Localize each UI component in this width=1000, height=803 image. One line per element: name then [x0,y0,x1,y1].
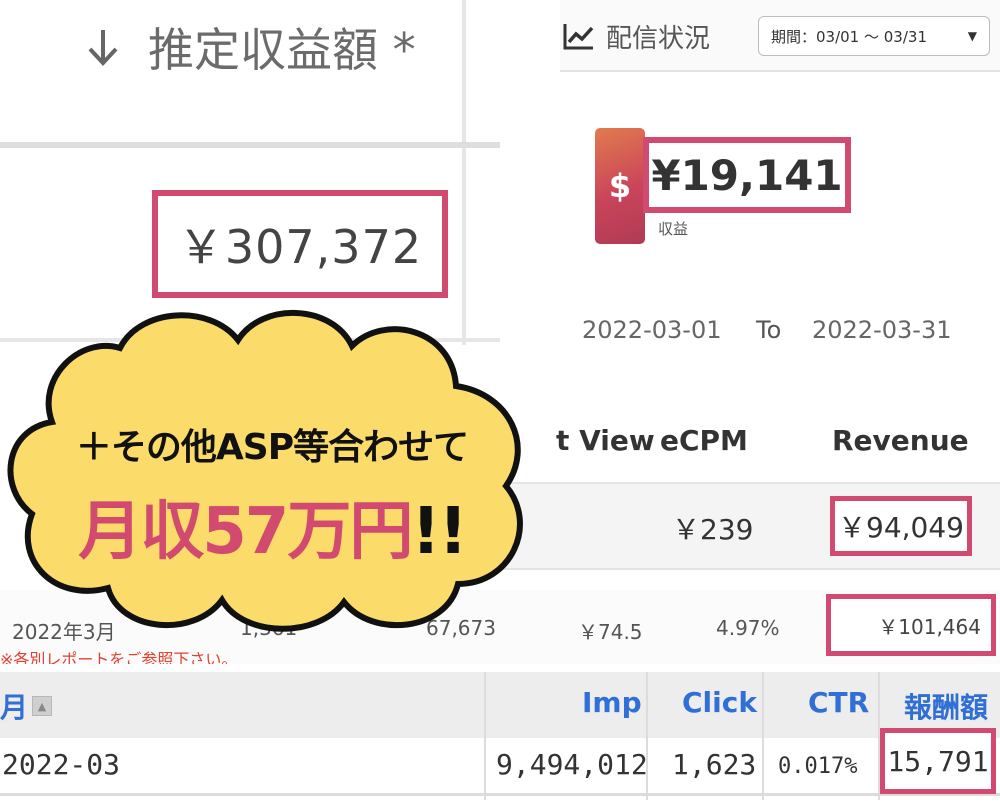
revenue-label: 収益 [658,220,689,238]
report-note: ※各別レポートをご参照下さい。 [0,650,238,664]
column-header-imp[interactable]: Imp [582,686,642,719]
callout-line-2-suffix: !! [411,495,467,569]
column-header-view[interactable]: t View [556,424,655,457]
estimated-earnings-amount: ￥307,372 [152,190,448,298]
asp-value-5: ￥101,464 [826,594,996,656]
callout-cloud: ＋その他ASP等合わせて 月収57万円!! [0,300,540,640]
revenue-value: ￥94,049 [830,496,972,556]
delivery-status-label: 配信状況 [606,23,711,54]
column-header-click[interactable]: Click [682,686,757,719]
asp-value-4: 4.97% [716,616,780,640]
callout-line-2: 月収57万円!! [22,480,522,572]
sort-ascending-icon[interactable]: ▲ [32,696,52,716]
revenue-amount: ¥19,141 [643,137,851,213]
header-divider [0,142,500,148]
cloud-shape [7,309,523,632]
affiliate-imp: 9,494,012 [496,748,648,781]
affiliate-click: 1,623 [672,748,757,781]
affiliate-table-header: 月 ▲ Imp Click CTR 報酬額 [0,672,1000,738]
affiliate-month: 2022-03 [2,748,121,781]
date-range: 2022-03-01 To 2022-03-31 [560,312,1000,352]
delivery-status-title: 配信状況 [562,16,710,56]
period-select[interactable]: 期間：03/01 〜 03/31 ▼ [758,16,990,56]
affiliate-reward: 15,791 [880,728,996,794]
estimated-earnings-panel: 推定収益額 * ￥307,372 [0,0,560,345]
table-row: 2022-03 9,494,012 1,623 0.017% [0,740,1000,796]
estimated-earnings-title: 推定収益額 * [148,23,416,77]
date-to: 2022-03-31 [812,316,952,344]
period-select-value: 期間：03/01 〜 03/31 [771,27,927,46]
asp-value-3: ￥74.5 [578,620,643,644]
date-to-label: To [756,316,782,344]
affiliate-table: 月 ▲ Imp Click CTR 報酬額 2022-03 9,494,012 … [0,664,1000,803]
arrow-down-icon [88,30,118,66]
date-from: 2022-03-01 [582,316,722,344]
callout-line-1: ＋その他ASP等合わせて [75,427,469,468]
line-chart-icon [563,24,594,50]
estimated-earnings-header[interactable]: 推定収益額 * [80,12,416,82]
column-header-ecpm[interactable]: eCPM [660,424,748,457]
column-divider [462,0,466,345]
column-header-revenue[interactable]: Revenue [832,424,969,457]
column-header-reward[interactable]: 報酬額 [904,686,988,726]
ecpm-value: ￥239 [672,513,754,546]
column-header-month[interactable]: 月 [0,686,28,726]
caret-down-icon: ▼ [967,29,977,43]
callout-line-2-text: 月収57万円 [78,495,413,569]
delivery-status-panel: 配信状況 期間：03/01 〜 03/31 ▼ $ ¥19,141 収益 202… [560,0,1000,400]
column-header-ctr[interactable]: CTR [808,686,869,719]
dollar-icon: $ [595,128,645,244]
affiliate-ctr: 0.017% [778,754,858,779]
